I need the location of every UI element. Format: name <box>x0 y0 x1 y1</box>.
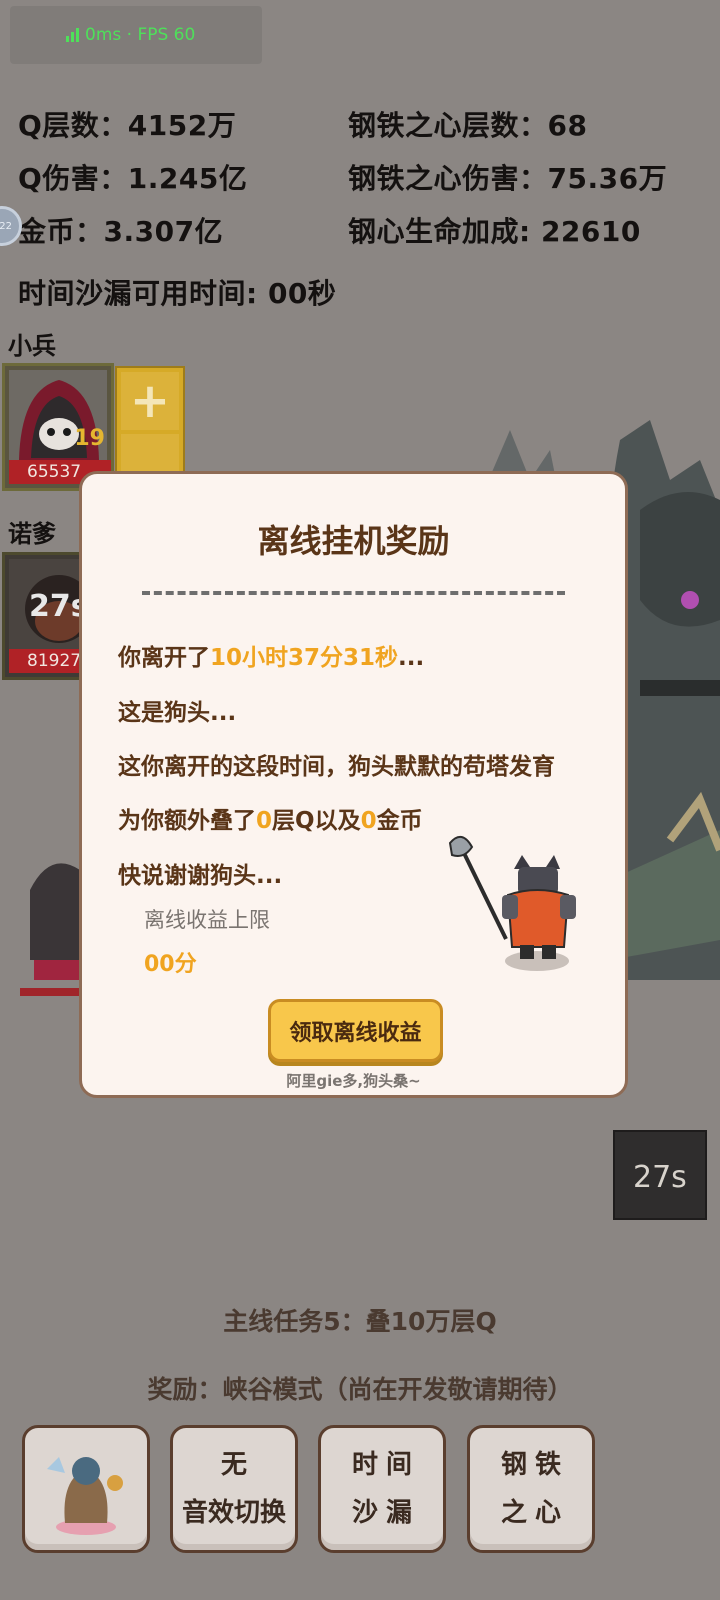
hero-button[interactable] <box>22 1425 150 1553</box>
fps-indicator: 0ms · FPS 60 <box>10 6 262 64</box>
dialog-text-line: 这是狗头... <box>118 700 237 726</box>
q-damage-stat: Q伤害：1.245亿 <box>18 162 248 195</box>
main-quest-text: 主线任务5：叠10万层Q <box>223 1307 497 1336</box>
minus-icon <box>121 434 179 474</box>
dialog-text-line: 这你离开的这段时间，狗头默默的苟塔发育 <box>118 754 555 780</box>
reward-gold-count: 0 <box>360 808 377 834</box>
fps-text: 0ms · FPS 60 <box>85 25 196 45</box>
offline-reward-dialog: 离线挂机奖励 你离开了10小时37分31秒... 这是狗头... 这你离开的这段… <box>79 471 628 1098</box>
dashed-divider <box>142 591 565 595</box>
steel-heart-hp-bonus-stat: 钢心生命加成: 22610 <box>348 215 641 248</box>
claim-offline-reward-button[interactable]: 领取离线收益 <box>268 999 443 1062</box>
unit-label-minion: 小兵 <box>8 332 56 360</box>
minion-portrait-icon <box>9 370 107 466</box>
gold-stat: 金币：3.307亿 <box>18 215 224 248</box>
bottom-button-bar: 无 音效切换 时间 沙漏 钢铁 之心 <box>0 1425 720 1555</box>
boss-cooldown-text: 27s <box>633 1160 687 1195</box>
dog-warrior-icon <box>448 836 576 971</box>
signal-icon <box>66 28 79 42</box>
plus-icon: + <box>121 372 179 430</box>
offline-limit-value: 00分 <box>144 952 197 977</box>
sound-toggle-button[interactable]: 无 音效切换 <box>170 1425 298 1553</box>
reward-q-count: 0 <box>256 808 273 834</box>
offline-duration-line: 你离开了10小时37分31秒... <box>118 645 425 671</box>
offline-limit-label: 离线收益上限 <box>144 908 270 932</box>
dialog-footnote: 阿里gie多,狗头桑~ <box>286 1072 421 1090</box>
q-layers-stat: Q层数：4152万 <box>18 109 237 142</box>
unit-label-nuodie: 诺爹 <box>8 520 56 548</box>
dialog-title: 离线挂机奖励 <box>257 522 450 560</box>
hourglass-time-stat: 时间沙漏可用时间: 00秒 <box>18 277 337 310</box>
boss-skill-cooldown[interactable]: 27s <box>613 1130 707 1220</box>
offline-duration: 10小时37分31秒 <box>210 645 399 671</box>
unit-level: 19 <box>74 426 105 451</box>
upgrade-plus-button[interactable]: + <box>115 366 185 474</box>
dialog-text-line: 快说谢谢狗头... <box>118 863 283 889</box>
steel-heart-layers-stat: 钢铁之心层数：68 <box>348 109 588 142</box>
steel-heart-damage-stat: 钢铁之心伤害：75.36万 <box>348 162 668 195</box>
steel-heart-button[interactable]: 钢铁 之心 <box>467 1425 595 1553</box>
hero-portrait-icon <box>47 1457 123 1535</box>
hourglass-button[interactable]: 时间 沙漏 <box>318 1425 446 1553</box>
reward-summary-line: 为你额外叠了0层Q以及0金币 <box>118 808 423 834</box>
quest-reward-text: 奖励：峡谷模式（尚在开发敬请期待） <box>147 1375 573 1404</box>
